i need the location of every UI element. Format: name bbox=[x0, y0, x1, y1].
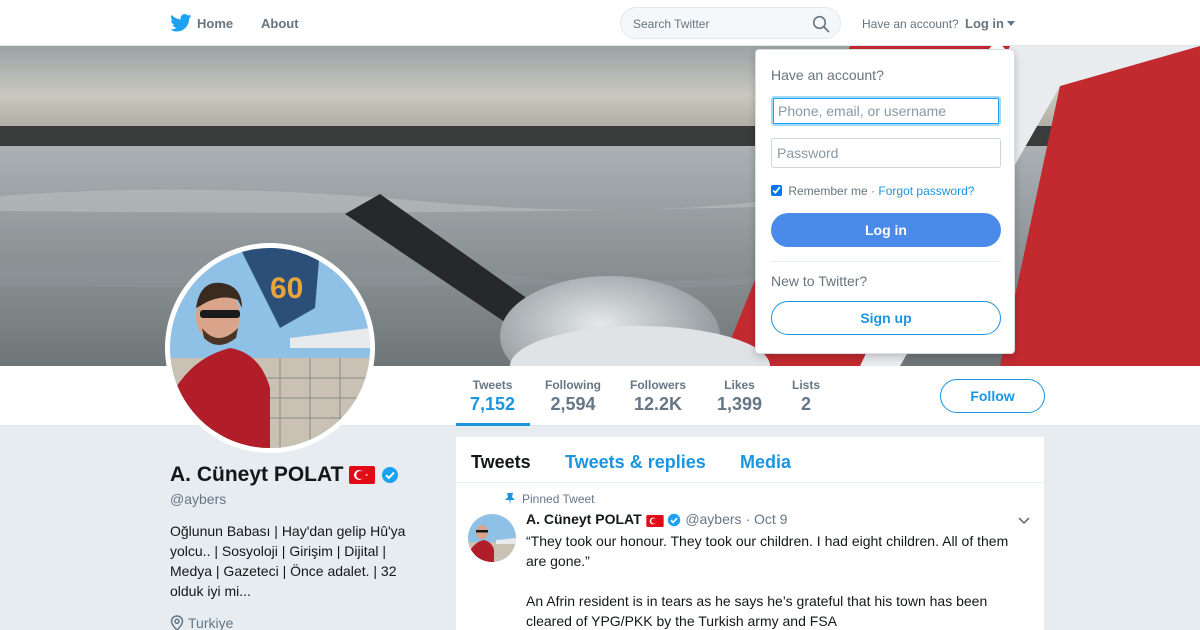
stat-value: 12.2K bbox=[633, 394, 683, 414]
location-pin-icon bbox=[170, 615, 184, 630]
twitter-bird-icon[interactable] bbox=[170, 14, 192, 32]
stat-lists[interactable]: Lists 2 bbox=[792, 378, 820, 415]
tweet-text: “They took our honour. They took our chi… bbox=[526, 533, 1009, 629]
remember-me-checkbox[interactable] bbox=[771, 185, 782, 196]
stat-following[interactable]: Following 2,594 bbox=[545, 378, 601, 415]
profile-name-text: A. Cüneyt POLAT bbox=[170, 463, 344, 486]
stat-tweets[interactable]: Tweets 7,152 bbox=[470, 378, 515, 415]
stat-label: Lists bbox=[792, 378, 821, 392]
signup-button[interactable]: Sign up bbox=[771, 301, 1001, 335]
nav-about-link[interactable]: About bbox=[261, 16, 299, 31]
avatar[interactable]: 60 bbox=[165, 243, 375, 453]
tab-media[interactable]: Media bbox=[740, 452, 791, 473]
pinned-label-text: Pinned Tweet bbox=[522, 492, 595, 506]
chevron-down-icon[interactable] bbox=[1018, 517, 1030, 525]
profile-handle[interactable]: @aybers bbox=[170, 491, 226, 507]
stat-value: 7,152 bbox=[470, 394, 516, 414]
stat-value: 2,594 bbox=[550, 394, 596, 414]
search-input[interactable] bbox=[633, 15, 803, 33]
nav-home-link[interactable]: Home bbox=[197, 16, 233, 31]
tab-tweets-replies[interactable]: Tweets & replies bbox=[565, 452, 706, 473]
search-icon[interactable] bbox=[812, 15, 830, 33]
profile-name: A. Cüneyt POLAT bbox=[170, 463, 399, 487]
verified-badge-icon bbox=[668, 513, 681, 527]
svg-text:60: 60 bbox=[270, 272, 303, 305]
stat-label: Likes bbox=[724, 378, 755, 392]
profile-bio: Oğlunun Babası | Hay'dan gelip Hû'ya yol… bbox=[170, 523, 406, 599]
tweet-header: A. Cüneyt POLAT @aybers · Oct 9 bbox=[526, 511, 787, 527]
tweet-handle[interactable]: @aybers bbox=[685, 511, 741, 527]
verified-badge-icon bbox=[382, 467, 399, 483]
active-tab-indicator bbox=[456, 423, 530, 426]
profile-location: Turkiye bbox=[170, 615, 233, 630]
tweet-author-name[interactable]: A. Cüneyt POLAT bbox=[526, 511, 642, 527]
profile-location-text: Turkiye bbox=[188, 615, 234, 630]
tab-tweets[interactable]: Tweets bbox=[471, 452, 531, 473]
login-dropdown: Have an account? Remember me · Forgot pa… bbox=[755, 49, 1015, 354]
login-link[interactable]: Log in bbox=[965, 16, 1004, 31]
stat-label: Tweets bbox=[472, 378, 513, 392]
timeline: Tweets Tweets & replies Media Pinned Twe… bbox=[456, 437, 1044, 630]
have-account-label: Have an account? bbox=[862, 17, 959, 31]
pinned-tweet-label: Pinned Tweet bbox=[505, 492, 595, 506]
stat-label: Followers bbox=[630, 378, 687, 392]
avatar-photo: 60 bbox=[170, 248, 370, 448]
top-navigation: Home About Have an account? Log in bbox=[0, 0, 1200, 46]
follow-button[interactable]: Follow bbox=[940, 379, 1045, 413]
dropdown-title: Have an account? bbox=[771, 67, 884, 83]
login-button[interactable]: Log in bbox=[771, 213, 1001, 247]
stat-value: 2 bbox=[801, 394, 812, 414]
remember-separator: · bbox=[871, 184, 876, 198]
tweet-avatar-photo bbox=[468, 514, 516, 562]
tweet-avatar[interactable] bbox=[468, 514, 516, 562]
search-box bbox=[620, 7, 841, 39]
password-field[interactable] bbox=[771, 138, 1001, 168]
new-to-twitter-label: New to Twitter? bbox=[771, 273, 868, 289]
turkey-flag-icon bbox=[349, 466, 376, 484]
stat-label: Following bbox=[545, 378, 601, 392]
pin-icon bbox=[505, 493, 515, 505]
dropdown-divider bbox=[771, 261, 1001, 262]
remember-me-label[interactable]: Remember me bbox=[788, 184, 867, 198]
chevron-down-icon[interactable] bbox=[1007, 21, 1015, 26]
stat-value: 1,399 bbox=[717, 394, 763, 414]
tweet-date[interactable]: Oct 9 bbox=[754, 511, 787, 527]
stat-likes[interactable]: Likes 1,399 bbox=[717, 378, 762, 415]
tweet-dot: · bbox=[745, 511, 751, 527]
timeline-tabs: Tweets Tweets & replies Media bbox=[456, 437, 1044, 483]
username-field[interactable] bbox=[771, 96, 1001, 126]
forgot-password-link[interactable]: Forgot password? bbox=[878, 184, 974, 198]
stat-followers[interactable]: Followers 12.2K bbox=[630, 378, 686, 415]
turkey-flag-icon bbox=[645, 515, 664, 527]
remember-row: Remember me · Forgot password? bbox=[771, 184, 974, 198]
